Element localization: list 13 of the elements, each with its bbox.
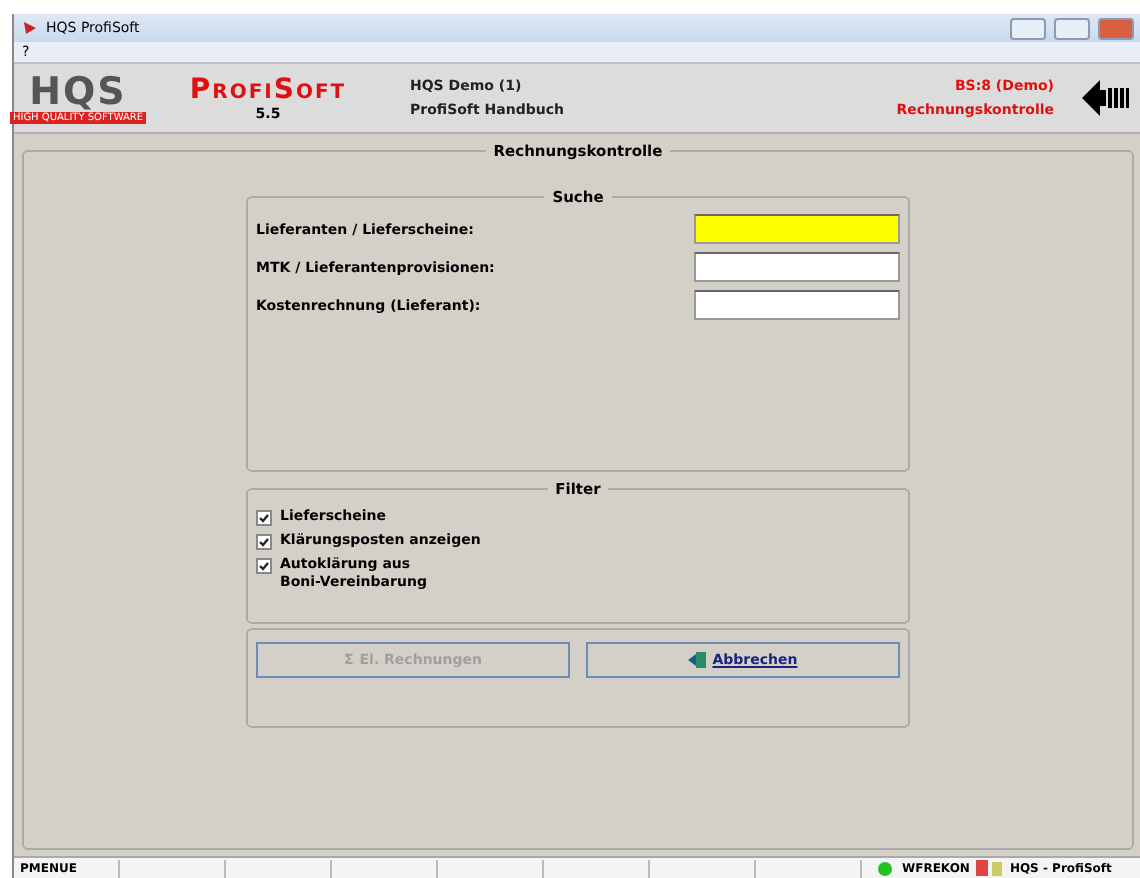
app-icon xyxy=(22,20,38,36)
status-icons xyxy=(975,860,1004,876)
input-field[interactable] xyxy=(694,214,900,244)
checkbox[interactable] xyxy=(256,558,272,574)
checkbox[interactable] xyxy=(256,510,272,526)
input-field[interactable] xyxy=(694,290,900,320)
input-field[interactable] xyxy=(694,252,900,282)
exit-icon xyxy=(688,652,707,668)
checkbox[interactable] xyxy=(256,534,272,550)
logo-text: HQS xyxy=(29,73,127,111)
back-arrow-icon[interactable] xyxy=(1082,78,1130,118)
close-button[interactable] xyxy=(1098,17,1134,39)
product-name: ProfiSoft xyxy=(189,75,347,105)
